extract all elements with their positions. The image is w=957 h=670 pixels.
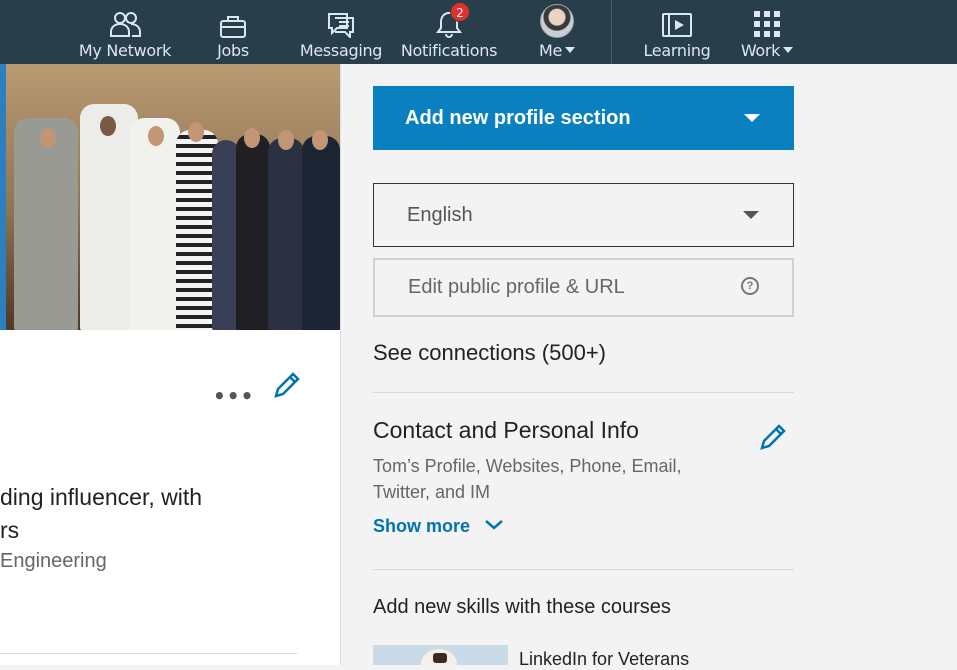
grid-icon [753,0,781,38]
profile-background-photo[interactable] [0,64,340,330]
contact-info-title: Contact and Personal Info [373,417,639,443]
nav-divider [611,0,612,64]
chevron-down-icon [485,520,503,530]
nav-label: Notifications [400,41,498,60]
nav-notifications[interactable]: Notifications 2 [400,0,498,64]
edit-pencil-icon[interactable] [272,370,302,400]
profile-subline: Engineering [0,550,107,572]
top-navigation: My Network Jobs Messaging Notifications … [0,0,957,64]
edit-pencil-icon[interactable] [758,422,788,452]
divider [373,569,794,570]
help-icon[interactable]: ? [741,277,759,295]
caret-down-icon [743,211,759,219]
avatar [540,4,574,38]
caret-down-icon [565,47,576,53]
nav-work[interactable]: Work [738,0,796,64]
profile-card: ••• ding influencer, with rs Engineering [0,64,340,665]
nav-label: Work [740,41,781,60]
nav-jobs[interactable]: Jobs [210,0,256,64]
see-connections-link[interactable]: See connections (500+) [373,340,606,366]
contact-info-description: Tom’s Profile, Websites, Phone, Email, T… [373,456,682,502]
nav-messaging[interactable]: Messaging [300,0,382,64]
nav-label: Jobs [217,41,249,60]
course-thumbnail[interactable] [373,645,508,665]
edit-public-profile-button[interactable]: Edit public profile & URL ? [373,258,794,317]
add-profile-section-button[interactable]: Add new profile section [373,86,794,150]
briefcase-icon [219,0,247,38]
profile-headline: ding influencer, with rs [0,484,203,543]
caret-down-icon [744,114,760,122]
people-icon [109,0,141,38]
nav-learning[interactable]: Learning [642,0,712,64]
caret-down-icon [783,47,794,53]
skills-courses-title: Add new skills with these courses [373,596,671,618]
show-more-link[interactable]: Show more [373,516,503,537]
course-title-link[interactable]: LinkedIn for Veterans [519,649,689,670]
nav-label: My Network [78,41,172,60]
nav-me[interactable]: Me [534,0,580,64]
nav-my-network[interactable]: My Network [79,0,171,64]
play-icon [661,0,693,38]
more-options-icon[interactable]: ••• [213,384,254,408]
divider [0,653,297,654]
language-select[interactable]: English [373,183,794,247]
divider [373,392,794,393]
chat-icon [327,0,355,38]
notification-badge: 2 [450,2,470,22]
nav-label: Me [538,41,563,60]
nav-label: Learning [643,41,711,60]
nav-label: Messaging [299,41,383,60]
